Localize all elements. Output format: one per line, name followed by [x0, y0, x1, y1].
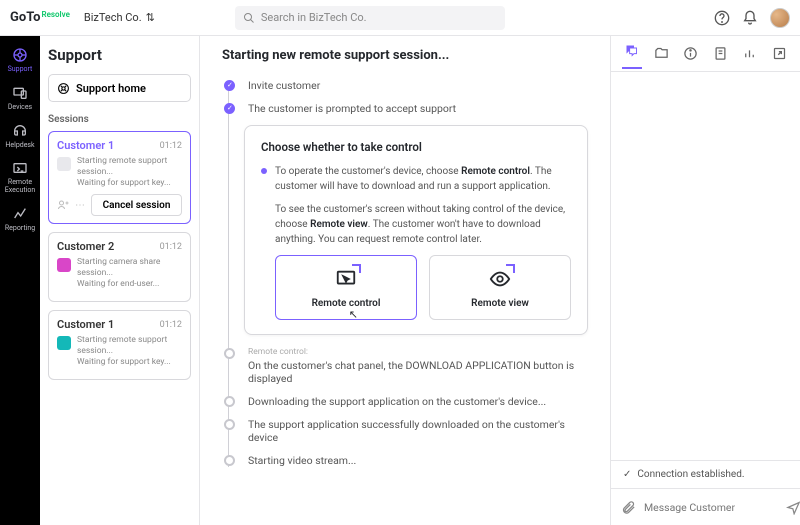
- remote-control-icon: [333, 266, 359, 292]
- rail-helpdesk[interactable]: Helpdesk: [0, 118, 40, 154]
- top-bar: GoToResolve BizTech Co.⇅ Search in BizTe…: [0, 0, 800, 36]
- session-time: 01:12: [160, 242, 182, 252]
- top-actions: [714, 8, 790, 28]
- step-done-icon: [224, 80, 235, 91]
- reporting-icon: [12, 206, 28, 222]
- session-name: Customer 2: [57, 240, 114, 253]
- step-pending-icon: [224, 348, 235, 359]
- timeline-step: Downloading the support application on t…: [248, 395, 588, 408]
- session-name: Customer 1: [57, 318, 114, 331]
- tab-notes[interactable]: [710, 42, 730, 66]
- rail-reporting[interactable]: Reporting: [0, 201, 40, 237]
- session-type-icon: [57, 157, 71, 171]
- session-type-icon: [57, 336, 71, 350]
- send-icon[interactable]: [786, 500, 800, 515]
- rail-support[interactable]: Support: [0, 42, 40, 78]
- avatar[interactable]: [770, 8, 790, 28]
- timeline-step: The customer is prompted to accept suppo…: [248, 102, 588, 115]
- support-home-button[interactable]: Support home: [48, 74, 191, 102]
- sessions-label: Sessions: [48, 114, 191, 125]
- session-name: Customer 1: [57, 139, 114, 152]
- step-pending-icon: [224, 396, 235, 407]
- card-text: To see the customer's screen without tak…: [275, 202, 571, 247]
- timeline-step: Invite customer: [248, 79, 588, 92]
- session-card[interactable]: Customer 1 01:12 Starting remote support …: [48, 131, 191, 224]
- remote-view-option[interactable]: Remote view: [429, 255, 571, 320]
- helpdesk-icon: [12, 123, 28, 139]
- updown-icon: ⇅: [146, 11, 155, 24]
- timeline-step: Remote control:On the customer's chat pa…: [248, 347, 588, 385]
- control-choice-card: Choose whether to take control To operat…: [244, 125, 588, 335]
- attach-icon[interactable]: [621, 500, 636, 515]
- tab-info[interactable]: [681, 42, 701, 66]
- tab-analytics[interactable]: [740, 42, 760, 66]
- home-icon: [57, 82, 70, 95]
- step-pending-icon: [224, 455, 235, 466]
- nav-rail: Support Devices Helpdesk Remote Executio…: [0, 36, 40, 525]
- remote-view-icon: [487, 266, 513, 292]
- card-text: To operate the customer's device, choose…: [275, 164, 571, 194]
- session-status: Starting remote support session...Waitin…: [77, 335, 182, 368]
- session-time: 01:12: [160, 320, 182, 330]
- side-title: Support: [48, 46, 191, 64]
- remote-exec-icon: [12, 161, 28, 177]
- help-icon[interactable]: [714, 10, 730, 26]
- tab-popout[interactable]: [769, 42, 789, 66]
- tab-files[interactable]: [651, 42, 671, 66]
- chat-body: [611, 72, 800, 460]
- session-status: Starting camera share session...Waiting …: [77, 257, 182, 290]
- session-status: Starting remote support session...Waitin…: [77, 156, 182, 189]
- timeline-step: Starting video stream...: [248, 454, 588, 467]
- timeline-step: The support application successfully dow…: [248, 418, 588, 444]
- message-input-row: [611, 489, 800, 525]
- session-time: 01:12: [160, 141, 182, 151]
- timeline: Invite customer The customer is prompted…: [222, 79, 588, 467]
- message-input[interactable]: [644, 501, 778, 514]
- logo: GoToResolve: [10, 10, 70, 25]
- search-input[interactable]: Search in BizTech Co.: [235, 6, 505, 30]
- devices-icon: [12, 85, 28, 101]
- remote-control-option[interactable]: Remote control ↖: [275, 255, 417, 320]
- rail-devices[interactable]: Devices: [0, 80, 40, 116]
- tab-chat[interactable]: [622, 39, 642, 69]
- search-icon: [243, 12, 255, 24]
- rail-remote-exec[interactable]: Remote Execution: [0, 156, 40, 199]
- session-card[interactable]: Customer 1 01:12 Starting remote support …: [48, 310, 191, 380]
- check-icon: ✓: [623, 469, 631, 480]
- main-content: Starting new remote support session... I…: [200, 36, 610, 525]
- bell-icon[interactable]: [742, 10, 758, 26]
- card-title: Choose whether to take control: [261, 140, 571, 154]
- session-card[interactable]: Customer 2 01:12 Starting camera share se…: [48, 232, 191, 302]
- search-placeholder: Search in BizTech Co.: [261, 11, 367, 24]
- page-title: Starting new remote support session...: [222, 48, 588, 63]
- support-icon: [12, 47, 28, 63]
- org-switcher[interactable]: BizTech Co.⇅: [84, 11, 155, 24]
- step-current-icon: [261, 168, 267, 174]
- more-icon[interactable]: ⋯: [75, 200, 85, 211]
- cursor-icon: ↖: [349, 308, 358, 321]
- session-type-icon: [57, 258, 71, 272]
- cancel-session-button[interactable]: Cancel session: [91, 194, 182, 216]
- add-user-icon[interactable]: [57, 199, 69, 211]
- connection-status: ✓Connection established.: [611, 460, 800, 489]
- side-panel: Support Support home Sessions Customer 1…: [40, 36, 200, 525]
- step-done-icon: [224, 103, 235, 114]
- right-panel: ✓Connection established.: [610, 36, 800, 525]
- step-pending-icon: [224, 419, 235, 430]
- right-tabs: [611, 36, 800, 72]
